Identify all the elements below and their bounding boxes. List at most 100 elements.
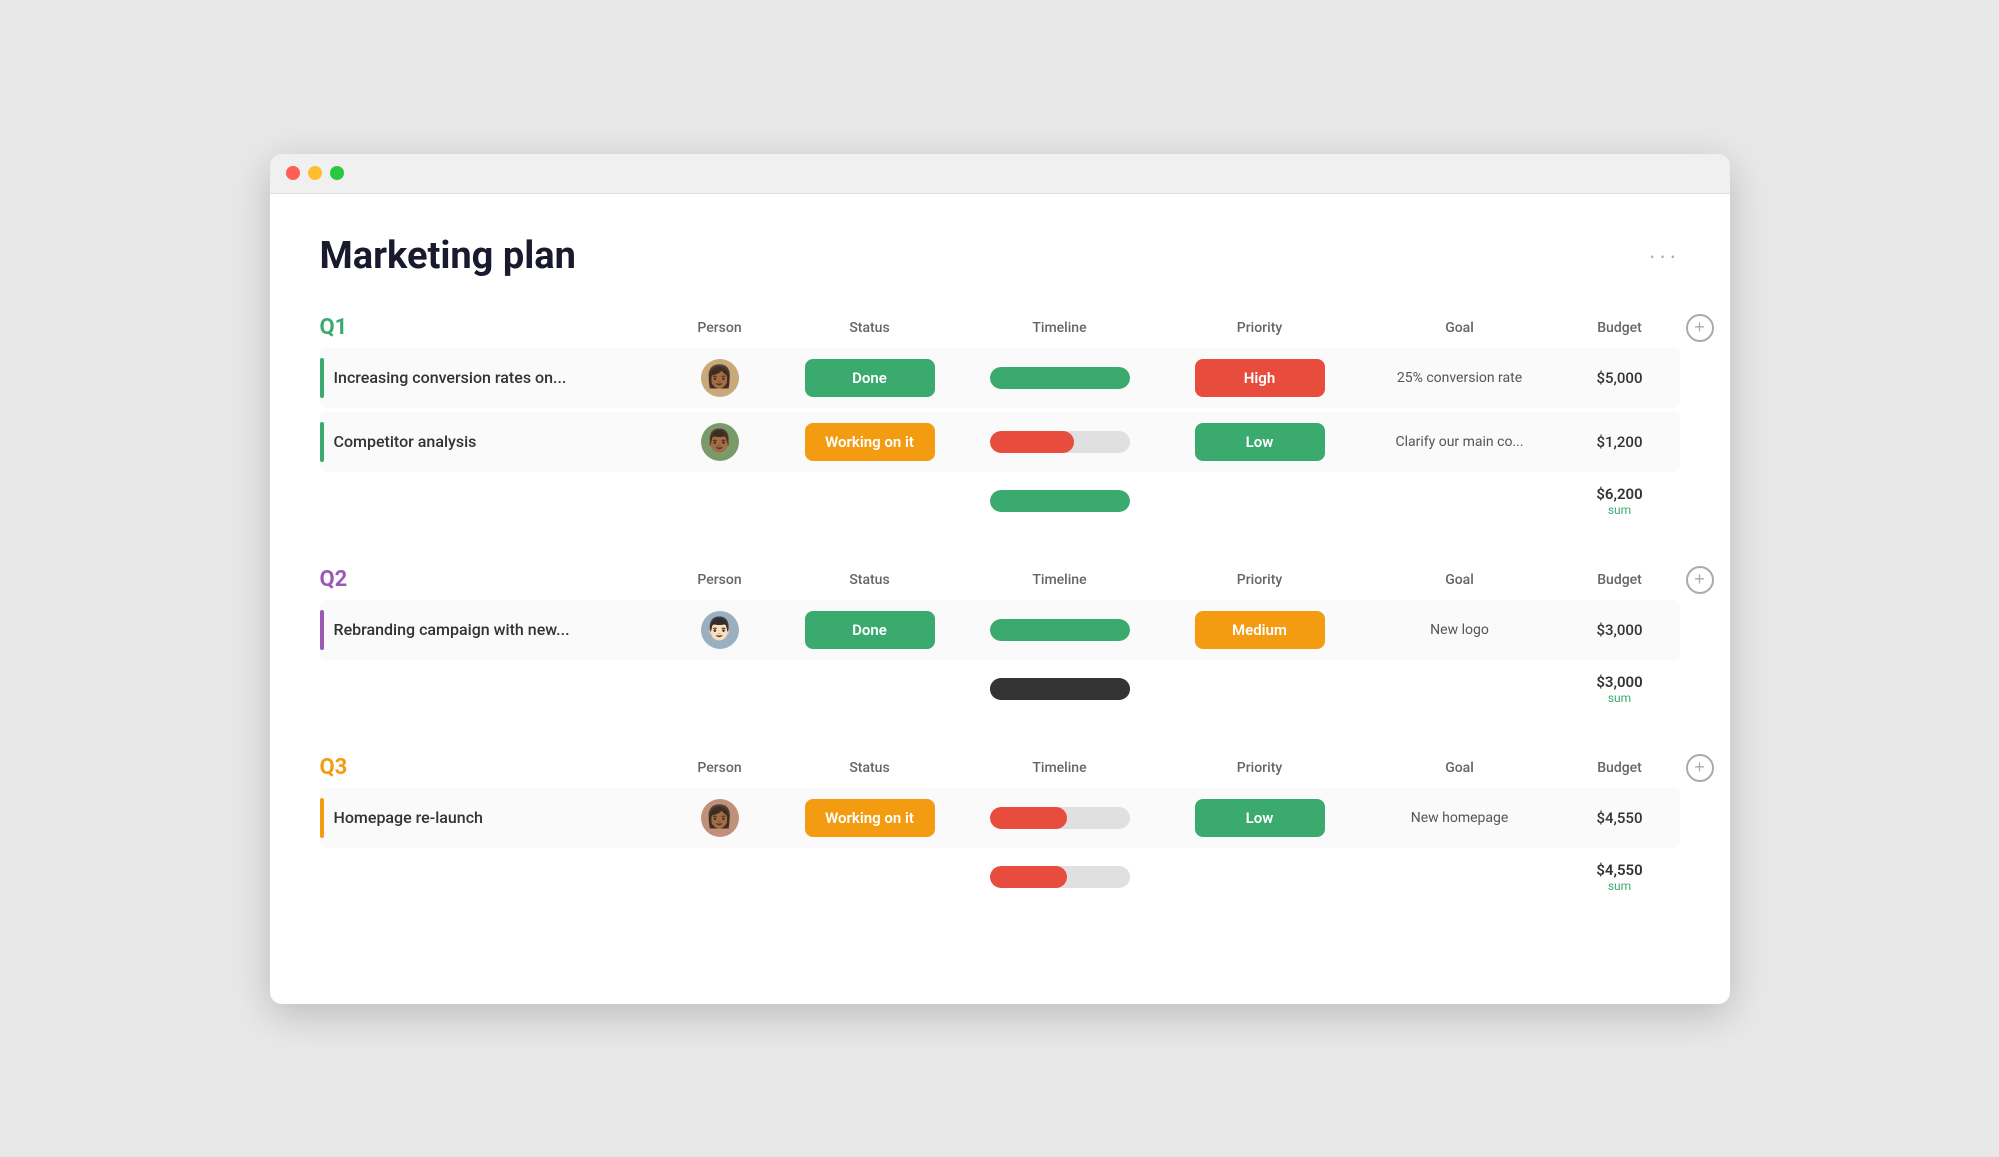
add-column-button-q2[interactable]: + [1686,566,1714,594]
table-row[interactable]: Competitor analysis 👨🏾 Working on it Low… [320,412,1680,472]
priority-cell: Low [1160,799,1360,837]
priority-cell: Low [1160,423,1360,461]
col-goal-q3: Goal [1360,760,1560,776]
task-cell: Homepage re-launch [320,788,660,848]
col-status-q3: Status [780,760,960,776]
q3-label: Q3 [320,755,660,780]
task-name: Increasing conversion rates on... [334,368,567,387]
col-priority-q3: Priority [1160,760,1360,776]
sum-timeline-bar [990,866,1130,888]
sum-label: sum [1560,879,1680,893]
goal-cell: New homepage [1360,810,1560,826]
task-bar [320,798,324,838]
person-cell: 👩🏾 [660,799,780,837]
sum-timeline-bar [990,678,1130,700]
sum-amount: $3,000 [1560,673,1680,691]
section-q3: Q3 Person Status Timeline Priority Goal … [320,754,1680,902]
close-button[interactable] [286,166,300,180]
maximize-button[interactable] [330,166,344,180]
timeline-bar [990,807,1130,829]
section-q2: Q2 Person Status Timeline Priority Goal … [320,566,1680,714]
status-badge: Working on it [805,423,935,461]
status-cell: Working on it [780,799,960,837]
priority-cell: High [1160,359,1360,397]
task-name: Competitor analysis [334,432,477,451]
priority-badge: Low [1195,799,1325,837]
col-priority-q2: Priority [1160,572,1360,588]
main-content: Marketing plan ··· Q1 Person Status Time… [270,194,1730,1004]
timeline-bar [990,619,1130,641]
sum-amount: $6,200 [1560,485,1680,503]
col-budget-q1: Budget [1560,320,1680,336]
sum-timeline-fill [990,490,1130,512]
traffic-lights [286,166,344,180]
q2-label: Q2 [320,567,660,592]
sum-budget-q1: $6,200 sum [1560,485,1680,517]
budget-cell: $1,200 [1560,433,1680,451]
sum-amount: $4,550 [1560,861,1680,879]
status-cell: Done [780,611,960,649]
budget-cell: $5,000 [1560,369,1680,387]
avatar: 👩🏾 [701,359,739,397]
timeline-fill [990,431,1074,453]
timeline-fill [990,807,1067,829]
timeline-cell [960,807,1160,829]
minimize-button[interactable] [308,166,322,180]
col-budget-q2: Budget [1560,572,1680,588]
page-title: Marketing plan [320,234,576,278]
status-badge: Working on it [805,799,935,837]
sum-timeline [960,678,1160,700]
timeline-cell [960,431,1160,453]
task-name: Homepage re-launch [334,808,483,827]
section-q1-header: Q1 Person Status Timeline Priority Goal … [320,314,1680,342]
sum-label: sum [1560,503,1680,517]
status-badge: Done [805,611,935,649]
sum-timeline-fill [990,678,1130,700]
sum-row-q3: $4,550 sum [320,852,1680,902]
table-row[interactable]: Increasing conversion rates on... 👩🏾 Don… [320,348,1680,408]
col-goal-q2: Goal [1360,572,1560,588]
sum-row-q1: $6,200 sum [320,476,1680,526]
col-priority-q1: Priority [1160,320,1360,336]
page-header: Marketing plan ··· [320,234,1680,278]
task-bar [320,422,324,462]
priority-badge: High [1195,359,1325,397]
col-timeline-q3: Timeline [960,760,1160,776]
table-row[interactable]: Rebranding campaign with new... 👨🏻 Done … [320,600,1680,660]
budget-cell: $4,550 [1560,809,1680,827]
timeline-fill [990,619,1130,641]
goal-cell: 25% conversion rate [1360,370,1560,386]
col-person-q2: Person [660,572,780,588]
task-cell: Competitor analysis [320,412,660,472]
col-timeline-q1: Timeline [960,320,1160,336]
titlebar [270,154,1730,194]
table-row[interactable]: Homepage re-launch 👩🏾 Working on it Low … [320,788,1680,848]
timeline-fill [990,367,1130,389]
person-cell: 👨🏾 [660,423,780,461]
timeline-cell [960,367,1160,389]
avatar: 👩🏾 [701,799,739,837]
section-q3-header: Q3 Person Status Timeline Priority Goal … [320,754,1680,782]
col-person-q3: Person [660,760,780,776]
status-badge: Done [805,359,935,397]
task-name: Rebranding campaign with new... [334,620,570,639]
col-status-q2: Status [780,572,960,588]
timeline-bar [990,431,1130,453]
sum-budget-q3: $4,550 sum [1560,861,1680,893]
timeline-bar [990,367,1130,389]
sum-label: sum [1560,691,1680,705]
sum-timeline [960,866,1160,888]
sum-timeline [960,490,1160,512]
more-options-button[interactable]: ··· [1649,243,1680,269]
sum-budget-q2: $3,000 sum [1560,673,1680,705]
person-cell: 👩🏾 [660,359,780,397]
budget-cell: $3,000 [1560,621,1680,639]
sum-timeline-bar [990,490,1130,512]
goal-cell: Clarify our main co... [1360,434,1560,450]
section-q2-header: Q2 Person Status Timeline Priority Goal … [320,566,1680,594]
add-column-button-q1[interactable]: + [1686,314,1714,342]
add-column-button-q3[interactable]: + [1686,754,1714,782]
sum-timeline-fill [990,866,1067,888]
col-person-q1: Person [660,320,780,336]
task-cell: Increasing conversion rates on... [320,348,660,408]
